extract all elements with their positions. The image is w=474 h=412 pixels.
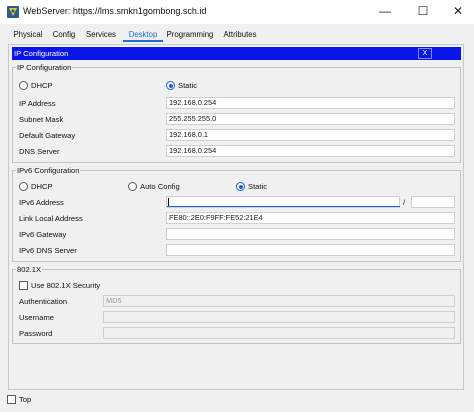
ip-address-label: IP Address [19, 99, 56, 108]
ipv6-static-radio[interactable] [236, 182, 245, 191]
minimize-button[interactable]: — [370, 0, 400, 22]
ipv6-prefix-length-field[interactable] [411, 196, 455, 208]
ipv6-dhcp-label: DHCP [31, 182, 53, 191]
ipv6-address-focus-underline [167, 206, 400, 207]
password-field[interactable] [103, 327, 455, 339]
active-tab-indicator [123, 40, 163, 42]
ipv4-static-label: Static [178, 81, 197, 90]
tab-bar: Physical Config Services Desktop Program… [0, 24, 474, 44]
maximize-button[interactable]: ☐ [408, 0, 438, 22]
ipv6-prefix-separator: / [403, 198, 406, 207]
use-8021x-security-label: Use 802.1X Security [31, 281, 101, 290]
tab-attributes[interactable]: Attributes [222, 27, 258, 41]
password-label: Password [19, 329, 53, 338]
ip-configuration-header-title: IP Configuration [14, 49, 69, 58]
subnet-mask-field[interactable]: 255.255.255.0 [166, 113, 455, 125]
dns-server-label: DNS Server [19, 147, 60, 156]
tab-programming[interactable]: Programming [166, 27, 214, 41]
ipv6-configuration-group-title: IPv6 Configuration [16, 166, 81, 175]
ip-configuration-close-button[interactable]: X [418, 48, 432, 59]
ipv6-auto-config-label: Auto Config [140, 182, 180, 191]
ipv4-dhcp-label: DHCP [31, 81, 53, 90]
app-icon [6, 5, 20, 19]
use-8021x-security-checkbox[interactable] [19, 281, 28, 290]
ipv6-static-label: Static [248, 182, 267, 191]
ip-address-field[interactable]: 192.168.0.254 [166, 97, 455, 109]
ipv6-gateway-field[interactable] [166, 228, 455, 240]
ipv6-dns-server-field[interactable] [166, 244, 455, 256]
ip-configuration-group-title: IP Configuration [16, 63, 73, 72]
tab-physical[interactable]: Physical [12, 27, 44, 41]
tab-config[interactable]: Config [52, 27, 76, 41]
tab-desktop[interactable]: Desktop [124, 27, 162, 41]
authentication-select[interactable]: MD5 [103, 295, 455, 307]
username-field[interactable] [103, 311, 455, 323]
window-title: WebServer: https://lms.smkn1gombong.sch.… [23, 6, 207, 16]
dot1x-group-title: 802.1X [16, 265, 43, 274]
ipv6-address-label: IPv6 Address [19, 198, 64, 207]
dns-server-field[interactable]: 192.168.0.254 [166, 145, 455, 157]
tab-services[interactable]: Services [86, 27, 116, 41]
ip-configuration-header-bar [12, 47, 461, 60]
top-label: Top [19, 395, 32, 404]
authentication-label: Authentication [19, 297, 68, 306]
ipv4-dhcp-radio[interactable] [19, 81, 28, 90]
subnet-mask-label: Subnet Mask [19, 115, 64, 124]
ipv6-gateway-label: IPv6 Gateway [19, 230, 67, 239]
ipv6-dhcp-radio[interactable] [19, 182, 28, 191]
link-local-address-field[interactable]: FE80::2E0:F9FF:FE52:21E4 [166, 212, 455, 224]
ipv6-auto-config-radio[interactable] [128, 182, 137, 191]
link-local-address-label: Link Local Address [19, 214, 83, 223]
default-gateway-field[interactable]: 192.168.0.1 [166, 129, 455, 141]
username-label: Username [19, 313, 55, 322]
ipv4-static-radio[interactable] [166, 81, 175, 90]
close-window-button[interactable]: ✕ [443, 0, 473, 22]
ipv6-dns-server-label: IPv6 DNS Server [19, 246, 77, 255]
default-gateway-label: Default Gateway [19, 131, 76, 140]
top-checkbox[interactable] [7, 395, 16, 404]
